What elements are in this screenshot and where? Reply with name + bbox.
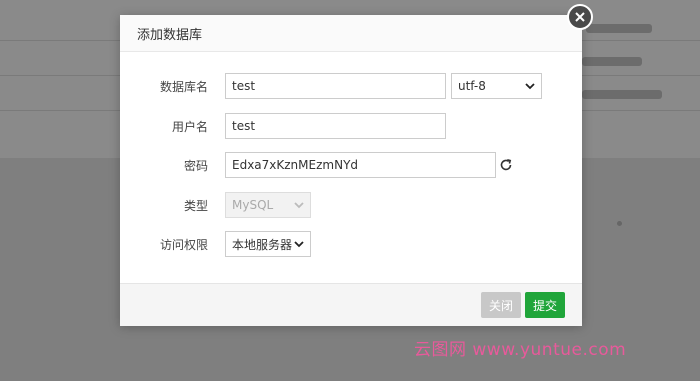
password-input[interactable]: Edxa7xKznMEzmNYd (225, 152, 496, 178)
background-blurred-text (586, 24, 652, 33)
close-icon (575, 12, 585, 22)
charset-select[interactable]: utf-8 (451, 73, 542, 99)
add-database-dialog: 添加数据库 数据库名 test utf-8 用户名 test 密码 Edxa7x… (120, 15, 582, 326)
refresh-icon[interactable] (499, 158, 513, 172)
username-input[interactable]: test (225, 113, 446, 139)
charset-value: utf-8 (458, 79, 486, 93)
db-name-row: 数据库名 test utf-8 (120, 72, 582, 100)
username-label: 用户名 (171, 119, 208, 134)
background-dot (617, 221, 622, 226)
access-row: 访问权限 本地服务器 (120, 230, 582, 258)
password-label: 密码 (183, 158, 208, 173)
chevron-down-icon (294, 202, 304, 209)
db-name-label: 数据库名 (159, 79, 208, 94)
background-blurred-text (582, 57, 642, 66)
dialog-footer: 关闭 提交 (120, 283, 582, 326)
type-row: 类型 MySQL (120, 191, 582, 219)
dialog-header: 添加数据库 (120, 15, 582, 52)
access-label: 访问权限 (159, 237, 208, 252)
db-name-input[interactable]: test (225, 73, 446, 99)
chevron-down-icon (294, 241, 304, 248)
password-row: 密码 Edxa7xKznMEzmNYd (120, 151, 582, 179)
close-button[interactable]: 关闭 (481, 292, 521, 318)
background-blurred-text (582, 90, 662, 99)
chevron-down-icon (525, 83, 535, 90)
dialog-title: 添加数据库 (137, 27, 203, 43)
watermark: 云图网 www.yuntue.com (414, 340, 627, 360)
type-select: MySQL (225, 192, 311, 218)
submit-button[interactable]: 提交 (525, 292, 565, 318)
type-value: MySQL (232, 198, 274, 212)
access-select[interactable]: 本地服务器 (225, 231, 311, 257)
access-value: 本地服务器 (232, 237, 293, 252)
type-label: 类型 (183, 198, 208, 213)
username-row: 用户名 test (120, 112, 582, 140)
dialog-close-button[interactable] (567, 4, 593, 30)
